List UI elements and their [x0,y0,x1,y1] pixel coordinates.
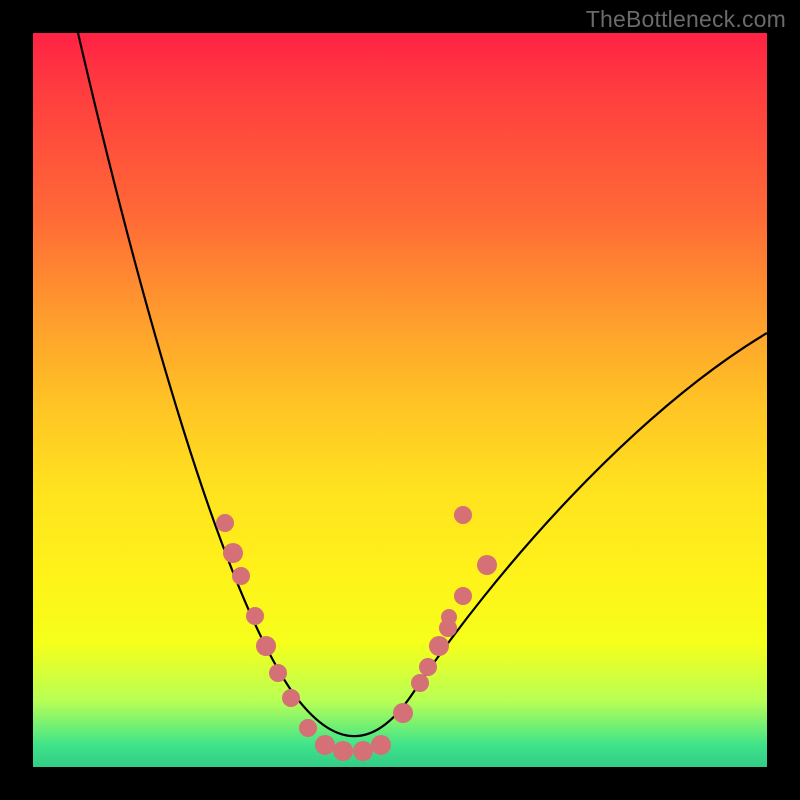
data-marker [429,636,449,656]
data-marker [246,607,264,625]
chart-svg [33,33,767,767]
data-marker [232,567,250,585]
data-marker [299,719,317,737]
watermark-text: TheBottleneck.com [586,6,786,33]
data-marker [441,609,457,625]
data-marker [411,674,429,692]
data-marker [393,703,413,723]
data-marker [477,555,497,575]
data-marker [353,741,373,761]
data-marker [315,735,335,755]
data-marker [454,506,472,524]
data-marker [269,664,287,682]
chart-plot-area [33,33,767,767]
data-marker [282,689,300,707]
data-marker [216,514,234,532]
data-marker [256,636,276,656]
data-marker [223,543,243,563]
bottleneck-curve [78,33,767,736]
data-marker [419,658,437,676]
data-marker [333,741,353,761]
data-marker [454,587,472,605]
data-markers-group [216,506,497,761]
data-marker [371,735,391,755]
